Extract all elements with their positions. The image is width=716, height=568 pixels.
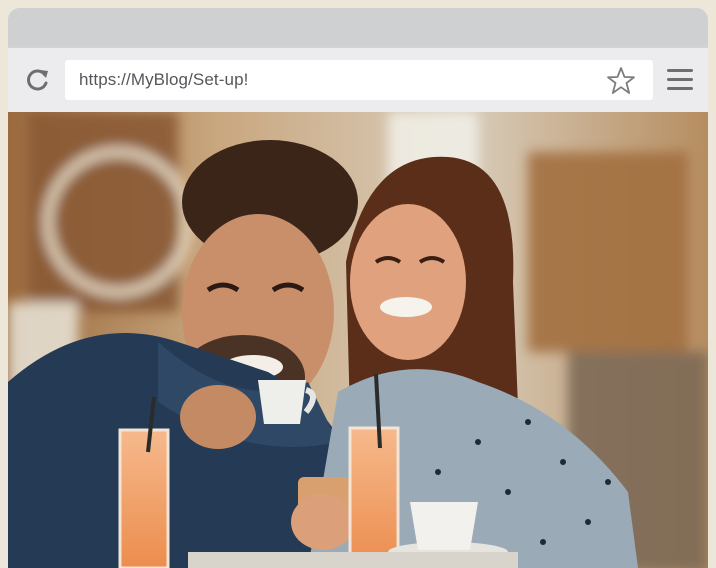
address-bar[interactable]: https://MyBlog/Set-up! xyxy=(65,60,653,100)
hamburger-menu-icon xyxy=(667,87,693,90)
hamburger-menu-icon xyxy=(667,69,693,72)
hero-photo xyxy=(8,112,708,568)
star-icon xyxy=(607,67,635,94)
bookmark-button[interactable] xyxy=(605,65,637,97)
tab-strip xyxy=(8,8,708,46)
url-text[interactable]: https://MyBlog/Set-up! xyxy=(79,70,248,90)
reload-button[interactable] xyxy=(20,62,56,98)
browser-toolbar: https://MyBlog/Set-up! xyxy=(8,48,708,112)
hamburger-menu-icon xyxy=(667,78,693,81)
browser-window: https://MyBlog/Set-up! xyxy=(8,8,708,568)
photo-illustration xyxy=(8,112,708,568)
reload-icon xyxy=(27,69,48,91)
menu-button[interactable] xyxy=(664,66,698,94)
